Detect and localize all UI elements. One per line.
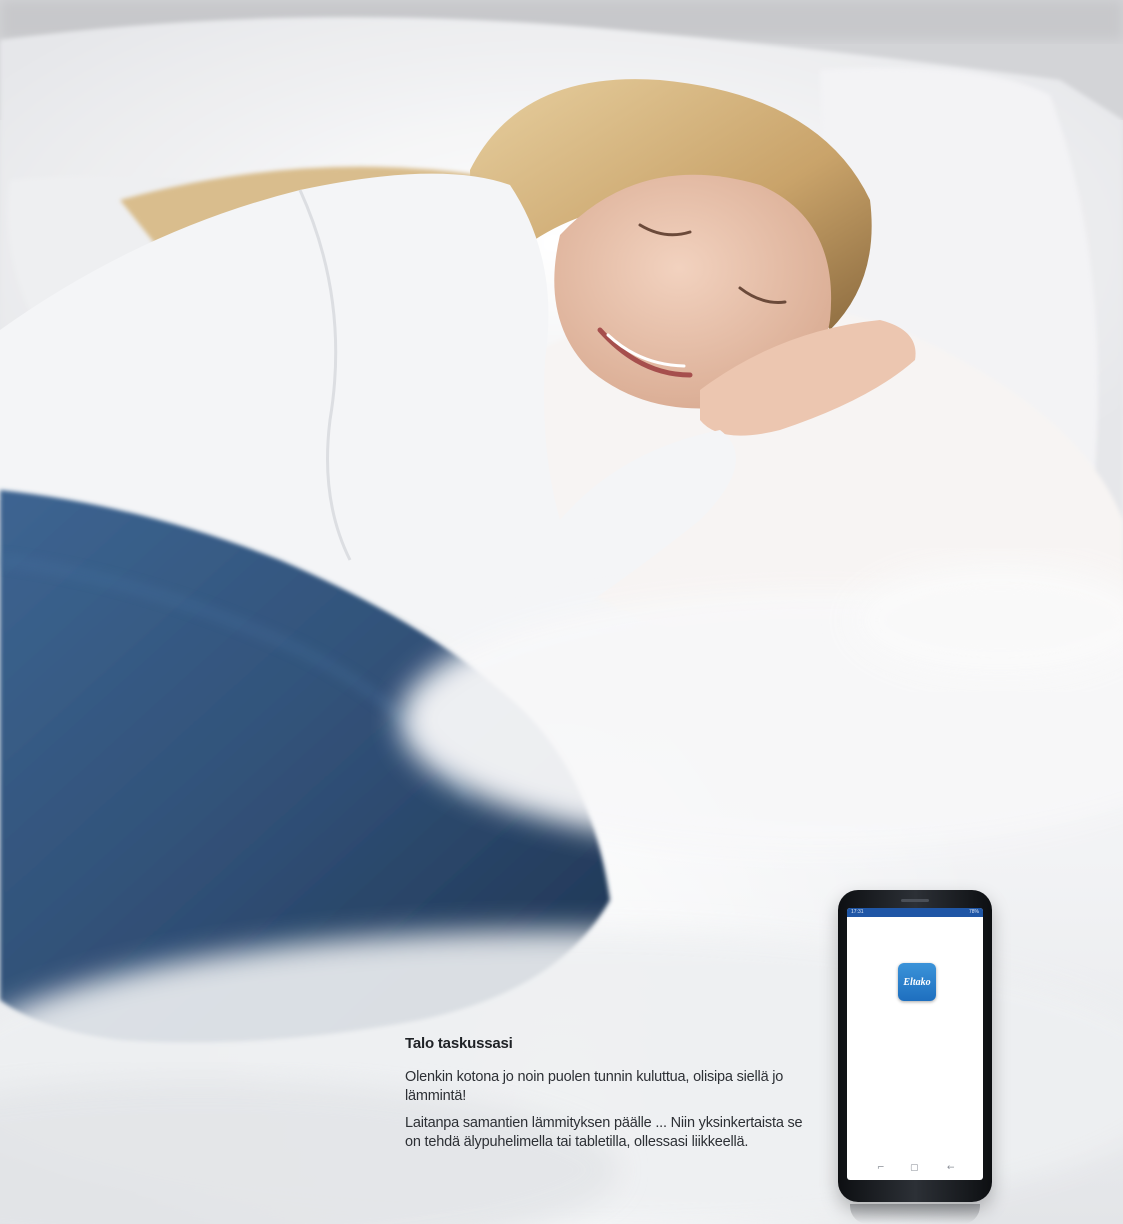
eltako-app-icon[interactable]: Eltako — [898, 963, 936, 1001]
back-icon[interactable]: ← — [947, 1162, 955, 1174]
status-battery: 78% — [968, 909, 979, 915]
caption-title: Talo taskussasi — [405, 1035, 513, 1052]
phone-nav-bar: ⌐ ▢ ← — [847, 1162, 983, 1174]
caption-block: Talo taskussasi Olenkin kotona jo noin p… — [405, 1035, 805, 1160]
recent-apps-icon[interactable]: ⌐ — [877, 1162, 885, 1174]
caption-paragraph-2: Laitanpa samantien lämmityksen päälle ..… — [405, 1115, 803, 1150]
home-icon[interactable]: ▢ — [910, 1162, 919, 1174]
phone-screen: 17:31 78% Eltako ⌐ ▢ ← — [847, 908, 983, 1180]
status-time: 17:31 — [851, 909, 864, 915]
phone-speaker — [901, 899, 929, 902]
smartphone: 17:31 78% Eltako ⌐ ▢ ← — [838, 890, 992, 1202]
phone-reflection — [850, 1204, 980, 1224]
caption-paragraph-1: Olenkin kotona jo noin puolen tunnin kul… — [405, 1069, 784, 1104]
phone-status-bar: 17:31 78% — [847, 908, 983, 917]
app-icon-label: Eltako — [903, 976, 931, 988]
page: Talo taskussasi Olenkin kotona jo noin p… — [0, 0, 1123, 1224]
